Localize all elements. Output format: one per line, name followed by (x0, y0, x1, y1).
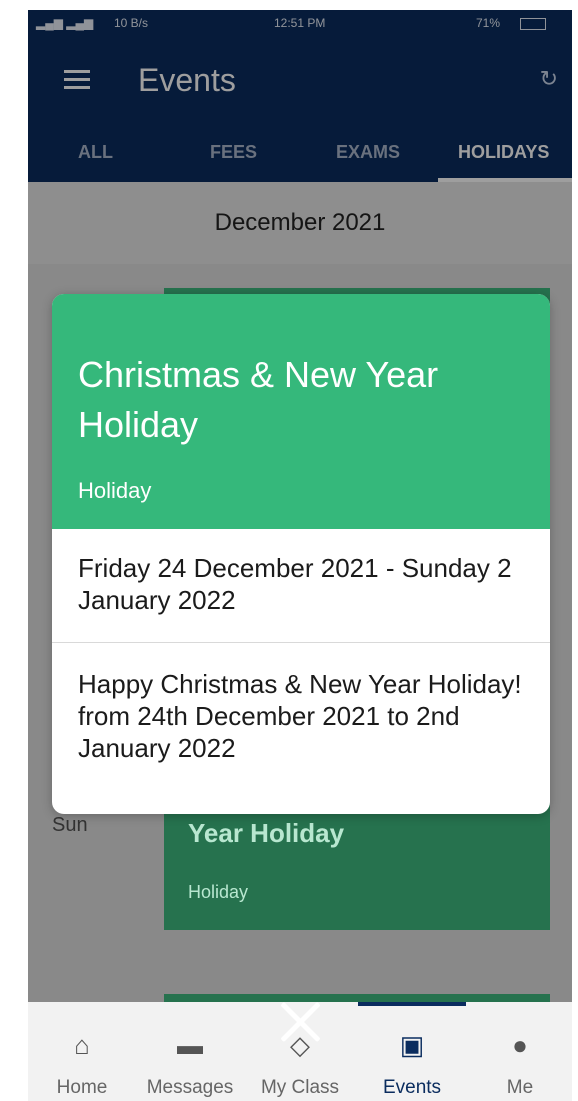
nav-events[interactable]: ▣ Events (358, 1002, 466, 1101)
modal-divider (52, 642, 550, 643)
nav-events-label: Events (382, 1077, 442, 1098)
messages-icon: ▬ (177, 1030, 203, 1060)
nav-my-class-label: My Class (260, 1077, 340, 1098)
event-card-category: Holiday (188, 882, 249, 902)
modal-category: Holiday (78, 478, 152, 503)
nav-me-label: Me (506, 1077, 534, 1098)
nav-home-label: Home (56, 1077, 108, 1098)
modal-description: Happy Christmas & New Year Holiday! from… (78, 669, 522, 763)
nav-home[interactable]: ⌂ Home (28, 1002, 136, 1101)
close-icon[interactable] (276, 998, 324, 1046)
nav-me[interactable]: ● Me (466, 1002, 572, 1101)
modal-dates: Friday 24 December 2021 - Sunday 2 Janua… (78, 553, 512, 615)
event-detail-modal: Christmas & New Year Holiday Holiday Fri… (52, 294, 550, 814)
nav-messages-label: Messages (146, 1077, 234, 1098)
calendar-icon: ▣ (399, 1030, 425, 1060)
modal-title: Christmas & New Year Holiday (78, 354, 439, 445)
modal-header: Christmas & New Year Holiday Holiday (52, 294, 550, 529)
person-icon: ● (512, 1030, 528, 1060)
event-day-label: Sun (52, 814, 88, 836)
app-frame: ▂▄▆ ▂▄▆ 10 B/s 12:51 PM 71% Events ↻ ALL… (28, 10, 572, 1101)
nav-messages[interactable]: ▬ Messages (136, 1002, 244, 1101)
home-icon: ⌂ (74, 1030, 90, 1060)
event-card-title: Year Holiday (188, 818, 345, 848)
active-nav-indicator (358, 1002, 466, 1006)
